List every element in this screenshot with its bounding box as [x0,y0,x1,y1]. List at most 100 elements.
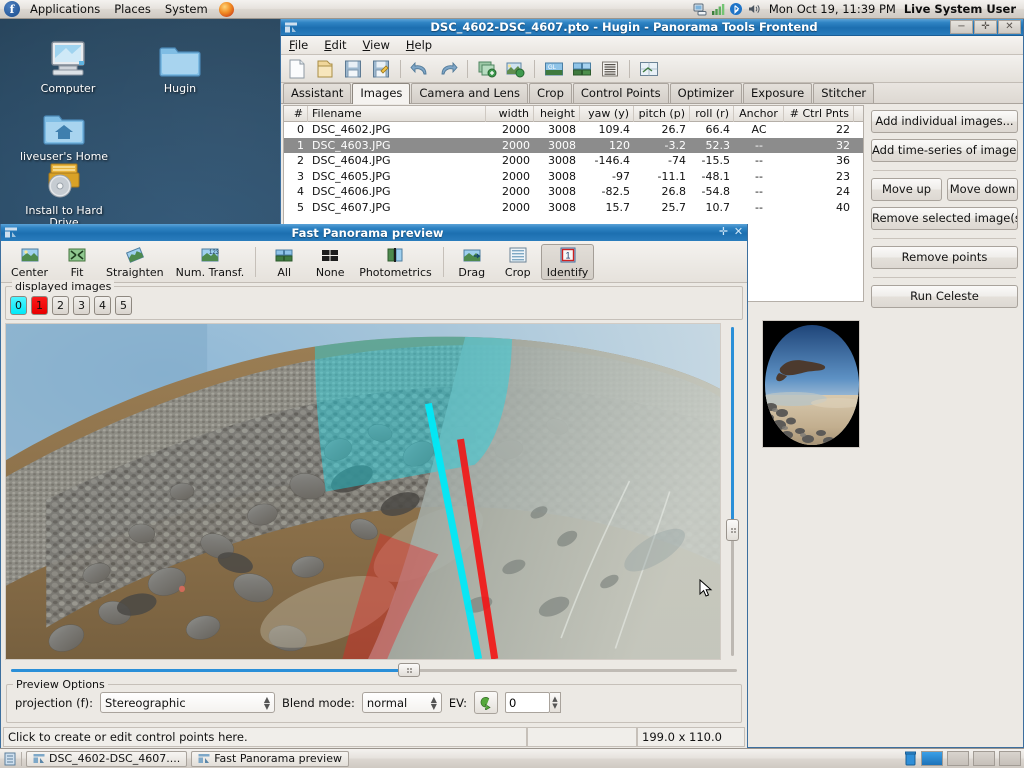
add-images-icon[interactable] [474,57,500,81]
undo-icon[interactable] [407,57,433,81]
desktop-icon-hugin[interactable]: Hugin [132,32,228,95]
table-row[interactable]: 0 DSC_4602.JPG 2000 3008 109.4 26.7 66.4… [284,122,863,138]
col-header-yaw[interactable]: yaw (y) [580,106,634,122]
minimize-button[interactable]: − [950,20,973,34]
preview-gl-icon[interactable]: GL [541,57,567,81]
col-header-roll[interactable]: roll (r) [690,106,734,122]
tab-optimizer[interactable]: Optimizer [670,83,742,103]
workspace-3[interactable] [973,751,995,766]
select-none-button[interactable]: None [307,244,353,279]
slider-thumb[interactable] [726,519,739,541]
center-button[interactable]: Center [5,244,54,279]
display-image-toggle-2[interactable]: 2 [52,296,69,315]
ev-input[interactable]: 0 [505,692,550,713]
bluetooth-icon[interactable] [729,2,743,16]
table-row[interactable]: 2 DSC_4604.JPG 2000 3008 -146.4 -74 -15.… [284,153,863,169]
workspace-2[interactable] [947,751,969,766]
menu-file[interactable]: File [281,36,316,54]
move-up-button[interactable]: Move up [871,178,942,201]
add-individual-images-button[interactable]: Add individual images... [871,110,1018,133]
maximize-button[interactable]: ✛ [974,20,997,34]
remove-selected-images-button[interactable]: Remove selected image(s) [871,207,1018,230]
preview-vertical-slider[interactable] [721,323,743,660]
show-control-points-icon[interactable] [597,57,623,81]
user-menu[interactable]: Live System User [904,2,1024,16]
panorama-preview-canvas[interactable] [5,323,721,660]
col-header-num[interactable]: # [284,106,308,122]
show-desktop-icon[interactable] [3,752,17,766]
drag-button[interactable]: Drag [449,244,495,279]
fedora-logo-icon[interactable]: f [4,1,20,17]
display-image-toggle-1[interactable]: 1 [31,296,48,315]
tab-images[interactable]: Images [352,83,410,104]
col-header-anchor[interactable]: Anchor [734,106,784,122]
ev-stepper-arrows[interactable]: ▲▼ [550,692,561,713]
menu-help[interactable]: Help [398,36,440,54]
tab-crop[interactable]: Crop [529,83,572,103]
identify-button[interactable]: 1 Identify [541,244,595,280]
move-down-button[interactable]: Move down [947,178,1018,201]
tab-stitcher[interactable]: Stitcher [813,83,874,103]
tab-assistant[interactable]: Assistant [283,83,351,103]
fine-tune-icon[interactable] [636,57,662,81]
ev-spinner[interactable]: 0 ▲▼ [505,692,561,713]
firefox-icon[interactable] [219,2,234,17]
select-all-button[interactable]: All [261,244,307,279]
table-row[interactable]: 5 DSC_4607.JPG 2000 3008 15.7 25.7 10.7 … [284,200,863,216]
network-signal-icon[interactable] [711,2,725,16]
photometrics-button[interactable]: Photometrics [353,244,438,279]
preview-horizontal-slider[interactable] [11,663,737,679]
volume-icon[interactable] [747,2,761,16]
panel-menu-system[interactable]: System [159,1,214,17]
redo-icon[interactable] [435,57,461,81]
col-header-width[interactable]: width [486,106,534,122]
save-project-icon[interactable] [340,57,366,81]
preview-titlebar[interactable]: Fast Panorama preview ✛ ✕ [1,224,747,241]
blend-mode-select[interactable]: normal ▲▼ [362,692,442,713]
preview-panorama-icon[interactable] [569,57,595,81]
col-header-filename[interactable]: Filename [308,106,486,122]
remove-image-icon[interactable] [502,57,528,81]
run-celeste-button[interactable]: Run Celeste [871,285,1018,308]
table-row[interactable]: 1 DSC_4603.JPG 2000 3008 120 -3.2 52.3 -… [284,138,863,154]
add-time-series-button[interactable]: Add time-series of images... [871,139,1018,162]
shade-button[interactable]: ✛ [717,226,730,239]
straighten-button[interactable]: Straighten [100,244,170,279]
desktop-icon-computer[interactable]: Computer [20,32,116,95]
crop-button[interactable]: Crop [495,244,541,279]
menu-view[interactable]: View [355,36,398,54]
task-hugin-main[interactable]: DSC_4602-DSC_4607.... [26,751,187,767]
display-icon[interactable] [693,2,707,16]
menu-edit[interactable]: Edit [316,36,354,54]
display-image-toggle-4[interactable]: 4 [94,296,111,315]
tab-camera-and-lens[interactable]: Camera and Lens [411,83,528,103]
workspace-4[interactable] [999,751,1021,766]
table-row[interactable]: 3 DSC_4605.JPG 2000 3008 -97 -11.1 -48.1… [284,169,863,185]
task-preview[interactable]: Fast Panorama preview [191,751,349,767]
save-as-project-icon[interactable] [368,57,394,81]
panel-menu-applications[interactable]: Applications [24,1,106,17]
fit-button[interactable]: Fit [54,244,100,279]
projection-select[interactable]: Stereographic ▲▼ [100,692,275,713]
close-button[interactable]: ✕ [998,20,1021,34]
workspace-1[interactable] [921,751,943,766]
tab-exposure[interactable]: Exposure [743,83,812,103]
remove-points-button[interactable]: Remove points [871,246,1018,269]
reset-ev-button[interactable] [474,691,498,714]
display-image-toggle-5[interactable]: 5 [115,296,132,315]
col-header-height[interactable]: height [534,106,580,122]
col-header-ctrl-pnts[interactable]: # Ctrl Pnts [784,106,854,122]
table-row[interactable]: 4 DSC_4606.JPG 2000 3008 -82.5 26.8 -54.… [284,184,863,200]
trash-icon[interactable] [904,751,917,766]
slider-thumb[interactable] [398,663,420,677]
open-project-icon[interactable] [312,57,338,81]
close-icon[interactable]: ✕ [732,226,745,239]
numeric-transform-button[interactable]: 123 Num. Transf. [170,244,251,279]
hugin-titlebar[interactable]: DSC_4602-DSC_4607.pto - Hugin - Panorama… [281,19,1023,36]
clock[interactable]: Mon Oct 19, 11:39 PM [765,2,904,16]
display-image-toggle-0[interactable]: 0 [10,296,27,315]
display-image-toggle-3[interactable]: 3 [73,296,90,315]
panel-menu-places[interactable]: Places [108,1,157,17]
tab-control-points[interactable]: Control Points [573,83,669,103]
new-project-icon[interactable] [284,57,310,81]
